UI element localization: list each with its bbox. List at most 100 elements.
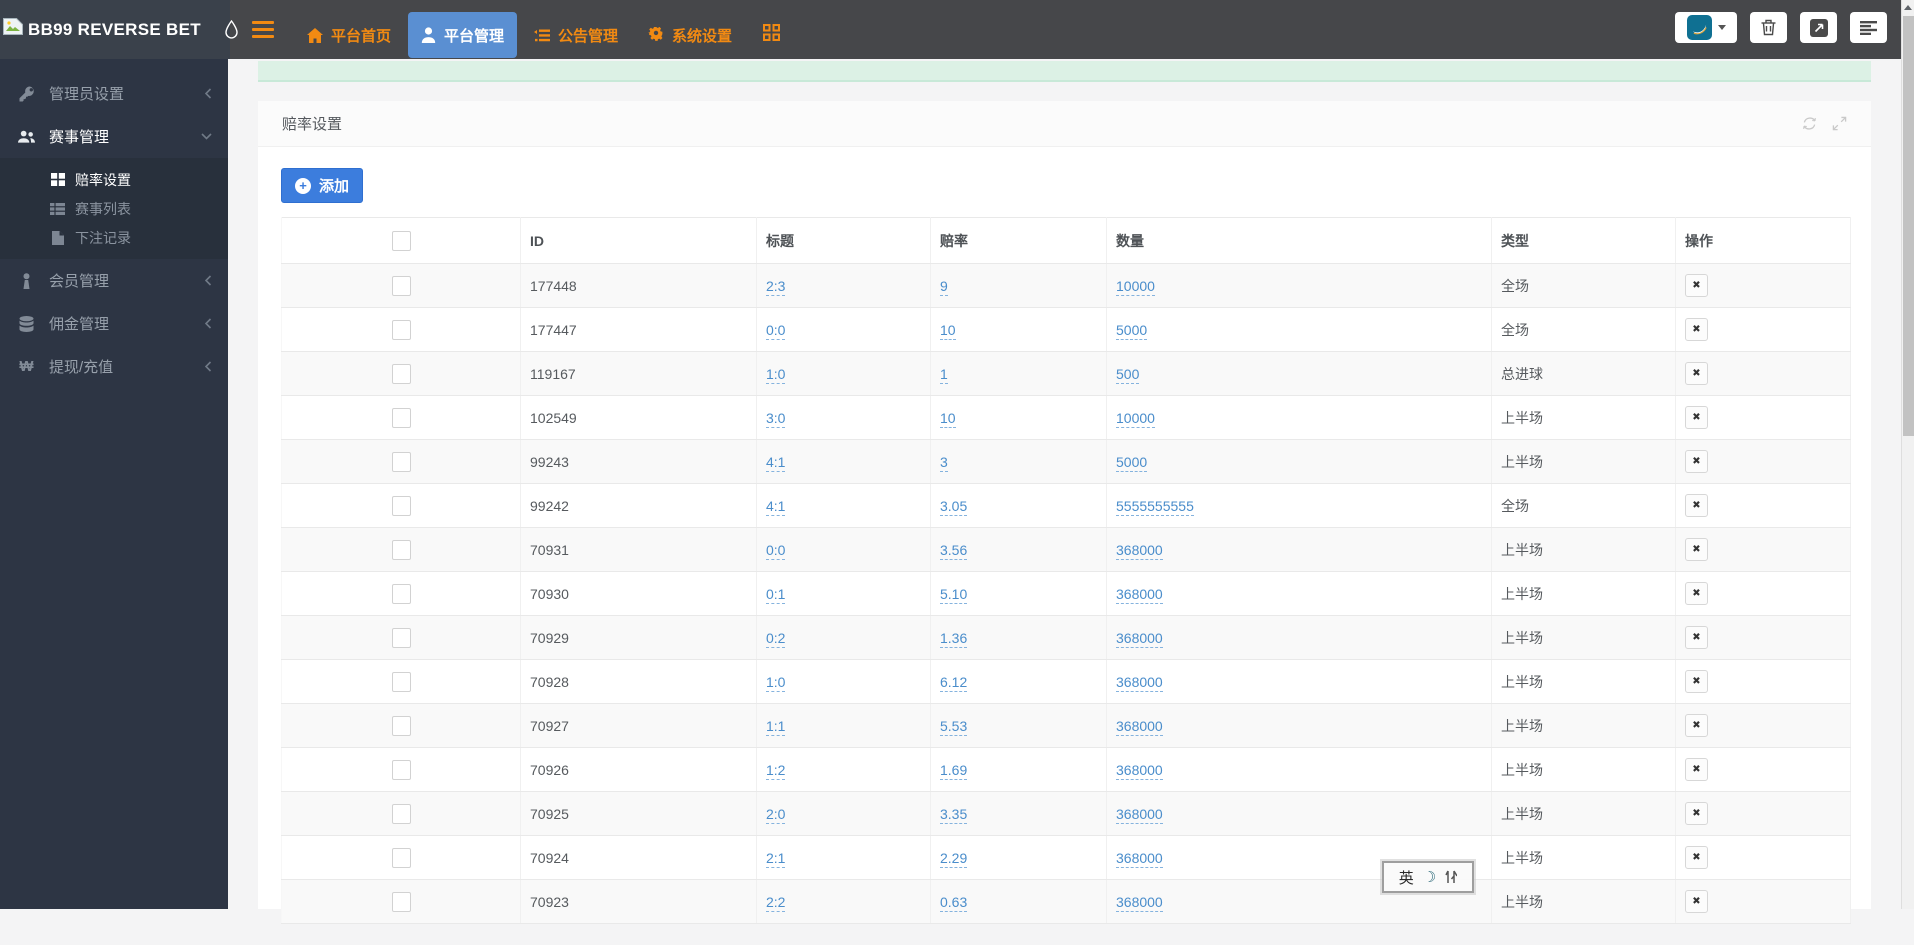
- layout-list-button[interactable]: [1850, 12, 1887, 43]
- odds-editable-link[interactable]: 3: [940, 453, 948, 472]
- column-header-quantity: 数量: [1106, 217, 1492, 264]
- title-editable-link[interactable]: 4:1: [766, 497, 786, 516]
- x-icon: ✖: [1692, 368, 1701, 379]
- row-checkbox[interactable]: [391, 275, 411, 296]
- quantity-editable-link[interactable]: 10000: [1116, 409, 1155, 428]
- vertical-scrollbar[interactable]: [1901, 0, 1914, 909]
- sidebar-item-commission-management[interactable]: 佣金管理: [0, 302, 228, 345]
- trash-button[interactable]: [1750, 12, 1787, 43]
- delete-row-button[interactable]: ✖: [1685, 714, 1708, 737]
- sidebar-item-admin-settings[interactable]: 管理员设置: [0, 72, 228, 115]
- delete-row-button[interactable]: ✖: [1685, 538, 1708, 561]
- nav-item-home[interactable]: 平台首页: [294, 12, 404, 58]
- quantity-editable-link[interactable]: 5000: [1116, 453, 1148, 472]
- row-checkbox[interactable]: [391, 451, 411, 472]
- odds-editable-link[interactable]: 10: [940, 321, 956, 340]
- odds-editable-link[interactable]: 1: [940, 365, 948, 384]
- quantity-editable-link[interactable]: 368000: [1116, 849, 1163, 868]
- expand-icon[interactable]: [1832, 116, 1847, 131]
- quantity-editable-link[interactable]: 500: [1116, 365, 1140, 384]
- title-editable-link[interactable]: 1:2: [766, 761, 786, 780]
- odds-editable-link[interactable]: 3.05: [940, 497, 968, 516]
- delete-row-button[interactable]: ✖: [1685, 406, 1708, 429]
- title-editable-link[interactable]: 0:1: [766, 585, 786, 604]
- ime-toolbar[interactable]: 英 ☽: [1382, 861, 1474, 893]
- quantity-editable-link[interactable]: 368000: [1116, 805, 1163, 824]
- quantity-editable-link[interactable]: 368000: [1116, 629, 1163, 648]
- delete-row-button[interactable]: ✖: [1685, 758, 1708, 781]
- add-button[interactable]: + 添加: [281, 168, 364, 203]
- title-editable-link[interactable]: 1:0: [766, 365, 786, 384]
- quantity-editable-link[interactable]: 368000: [1116, 585, 1163, 604]
- nav-item-platform-admin[interactable]: 平台管理: [408, 12, 518, 58]
- title-editable-link[interactable]: 3:0: [766, 409, 786, 428]
- title-editable-link[interactable]: 0:0: [766, 541, 786, 560]
- row-checkbox[interactable]: [391, 715, 411, 736]
- quantity-editable-link[interactable]: 10000: [1116, 277, 1155, 296]
- user-menu-button[interactable]: [1675, 12, 1737, 43]
- select-all-checkbox[interactable]: [391, 230, 411, 251]
- quantity-editable-link[interactable]: 368000: [1116, 673, 1163, 692]
- delete-row-button[interactable]: ✖: [1685, 274, 1708, 297]
- sidebar-subitem-odds-settings[interactable]: 赔率设置: [0, 165, 228, 194]
- row-checkbox[interactable]: [391, 583, 411, 604]
- title-editable-link[interactable]: 2:0: [766, 805, 786, 824]
- row-checkbox[interactable]: [391, 539, 411, 560]
- quantity-editable-link[interactable]: 368000: [1116, 761, 1163, 780]
- title-editable-link[interactable]: 0:0: [766, 321, 786, 340]
- delete-row-button[interactable]: ✖: [1685, 318, 1708, 341]
- odds-editable-link[interactable]: 10: [940, 409, 956, 428]
- quantity-editable-link[interactable]: 5555555555: [1116, 497, 1194, 516]
- title-editable-link[interactable]: 0:2: [766, 629, 786, 648]
- external-link-button[interactable]: [1800, 12, 1837, 43]
- delete-row-button[interactable]: ✖: [1685, 450, 1708, 473]
- sidebar-item-member-management[interactable]: 会员管理: [0, 259, 228, 302]
- title-editable-link[interactable]: 2:1: [766, 849, 786, 868]
- title-editable-link[interactable]: 1:1: [766, 717, 786, 736]
- odds-editable-link[interactable]: 3.35: [940, 805, 968, 824]
- delete-row-button[interactable]: ✖: [1685, 670, 1708, 693]
- delete-row-button[interactable]: ✖: [1685, 626, 1708, 649]
- row-checkbox[interactable]: [391, 495, 411, 516]
- row-checkbox[interactable]: [391, 363, 411, 384]
- hamburger-icon[interactable]: [252, 21, 274, 38]
- title-editable-link[interactable]: 1:0: [766, 673, 786, 692]
- delete-row-button[interactable]: ✖: [1685, 582, 1708, 605]
- odds-editable-link[interactable]: 1.69: [940, 761, 968, 780]
- odds-editable-link[interactable]: 6.12: [940, 673, 968, 692]
- odds-editable-link[interactable]: 2.29: [940, 849, 968, 868]
- odds-editable-link[interactable]: 5.10: [940, 585, 968, 604]
- row-checkbox[interactable]: [391, 407, 411, 428]
- quantity-editable-link[interactable]: 368000: [1116, 541, 1163, 560]
- title-editable-link[interactable]: 2:3: [766, 277, 786, 296]
- odds-editable-link[interactable]: 5.53: [940, 717, 968, 736]
- odds-editable-link[interactable]: 3.56: [940, 541, 968, 560]
- scrollbar-thumb[interactable]: [1903, 16, 1914, 436]
- nav-item-announcements[interactable]: 公告管理: [521, 12, 631, 58]
- delete-row-button[interactable]: ✖: [1685, 494, 1708, 517]
- odds-editable-link[interactable]: 1.36: [940, 629, 968, 648]
- scrollbar-up-arrow[interactable]: [1902, 0, 1914, 14]
- brand-logo[interactable]: BB99 REVERSE BET: [0, 0, 238, 59]
- row-checkbox[interactable]: [391, 671, 411, 692]
- row-checkbox[interactable]: [391, 803, 411, 824]
- row-checkbox[interactable]: [391, 759, 411, 780]
- sidebar-item-match-management[interactable]: 赛事管理: [0, 115, 228, 158]
- delete-row-button[interactable]: ✖: [1685, 890, 1708, 913]
- row-checkbox[interactable]: [391, 627, 411, 648]
- delete-row-button[interactable]: ✖: [1685, 362, 1708, 385]
- row-checkbox[interactable]: [391, 847, 411, 868]
- row-checkbox[interactable]: [391, 319, 411, 340]
- sidebar-subitem-bet-records[interactable]: 下注记录: [0, 223, 228, 252]
- title-editable-link[interactable]: 4:1: [766, 453, 786, 472]
- delete-row-button[interactable]: ✖: [1685, 846, 1708, 869]
- sidebar-item-withdraw-deposit[interactable]: ₩ 提现/充值: [0, 345, 228, 388]
- refresh-icon[interactable]: [1802, 116, 1817, 131]
- grid-icon[interactable]: [763, 24, 781, 41]
- delete-row-button[interactable]: ✖: [1685, 802, 1708, 825]
- nav-item-system-settings[interactable]: 系统设置: [635, 12, 745, 58]
- odds-editable-link[interactable]: 9: [940, 277, 948, 296]
- quantity-editable-link[interactable]: 368000: [1116, 717, 1163, 736]
- sidebar-subitem-match-list[interactable]: 赛事列表: [0, 194, 228, 223]
- quantity-editable-link[interactable]: 5000: [1116, 321, 1148, 340]
